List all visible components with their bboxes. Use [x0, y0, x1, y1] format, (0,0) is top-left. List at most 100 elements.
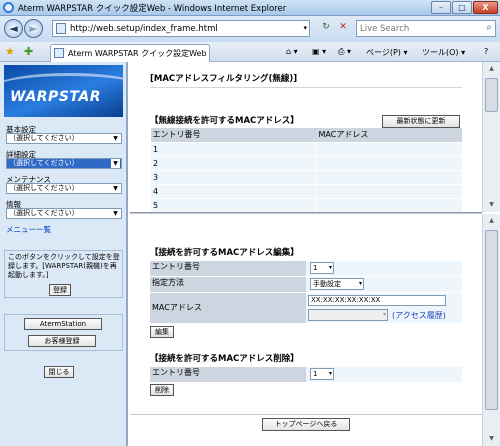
aterm-station-button[interactable]: AtermStation [24, 318, 102, 330]
close-button[interactable]: 閉じる [44, 366, 74, 378]
scroll-thumb[interactable] [485, 78, 498, 112]
chevron-down-icon: ▾ [358, 280, 362, 287]
chevron-down-icon: ▾ [328, 264, 332, 271]
scroll-down-icon[interactable]: ▼ [484, 198, 499, 212]
cell-entry: 1 [150, 142, 317, 157]
title-divider [150, 87, 462, 88]
cell-entry: 4 [150, 184, 317, 199]
table-row: 5 [150, 198, 462, 213]
menu-select-info-value: （選択してください） [9, 209, 79, 217]
page-title: [MACアドレスフィルタリング(無線)] [150, 74, 298, 84]
tab-active[interactable]: Aterm WARPSTAR クイック設定Web [50, 44, 210, 62]
delete-section-title: 【接続を許可するMACアドレス削除】 [150, 354, 299, 364]
delete-entry-select[interactable]: 1 ▾ [310, 368, 334, 380]
refresh-status-button[interactable]: 最新状態に更新 [382, 115, 460, 128]
scroll-down-icon[interactable]: ▼ [484, 432, 499, 446]
menu-select-maintenance[interactable]: （選択してください） ▼ [6, 183, 122, 194]
menu-select-info[interactable]: （選択してください） ▼ [6, 208, 122, 219]
delete-button[interactable]: 削除 [150, 384, 174, 396]
page-icon [56, 23, 66, 34]
chevron-down-icon[interactable]: ▾ [303, 24, 307, 32]
ie-icon [3, 2, 14, 13]
maximize-button[interactable]: □ [452, 1, 472, 14]
mac-label: MACアドレス [150, 293, 306, 323]
upper-scrollbar[interactable]: ▲ ▼ [482, 62, 500, 212]
edit-entry-select[interactable]: 1 ▾ [310, 262, 334, 274]
method-row: 指定方法 手動設定 ▾ [150, 277, 462, 292]
menu-select-advanced[interactable]: （選択してください） ▼ [6, 158, 122, 169]
delete-entry-value: 1 [313, 370, 318, 378]
scroll-thumb[interactable] [485, 230, 498, 410]
chevron-down-icon: ▼ [111, 159, 120, 168]
search-input[interactable] [360, 23, 475, 35]
cell-mac [316, 142, 462, 157]
address-toolbar: ◄ ► http://web.setup/index_frame.html ▾ … [0, 16, 500, 42]
search-icon[interactable]: ⌕ [486, 22, 492, 33]
chevron-down-icon: ▼ [111, 184, 120, 193]
cell-mac [316, 184, 462, 199]
cell-mac [316, 198, 462, 213]
tab-page-icon [54, 48, 64, 58]
forward-button[interactable]: ► [24, 19, 43, 38]
stop-icon[interactable]: ✕ [335, 20, 351, 37]
search-box: ⌕ [356, 20, 496, 37]
menu-list-link[interactable]: メニュー一覧 [6, 224, 51, 235]
url-text: http://web.setup/index_frame.html [70, 24, 218, 34]
tab-bar: ★ ✚ Aterm WARPSTAR クイック設定Web ⌂ ▾ ▣ ▾ ⎙ ▾… [0, 42, 500, 62]
customer-register-button[interactable]: お客様登録 [28, 335, 96, 347]
title-bar: Aterm WARPSTAR クイック設定Web - Windows Inter… [0, 0, 500, 16]
chevron-down-icon: ▾ [382, 311, 386, 318]
favorites-star-icon[interactable]: ★ [5, 45, 15, 58]
mac-address-input[interactable]: XX:XX:XX:XX:XX:XX [308, 295, 446, 306]
edit-entry-value: 1 [313, 264, 318, 272]
frame-divider[interactable] [130, 212, 482, 214]
top-page-button[interactable]: トップページへ戻る [262, 418, 350, 431]
content-frame: [MACアドレスフィルタリング(無線)] 【無線接続を許可するMACアドレス】 … [130, 62, 482, 446]
method-value: 手動設定 [313, 280, 341, 288]
table-row: 4 [150, 184, 462, 199]
close-window-button[interactable]: X [473, 1, 498, 14]
sidebar: WARPSTAR 基本設定 （選択してください） ▼ 詳細設定 （選択してくださ… [0, 62, 128, 446]
page-menu[interactable]: ページ(P) ▾ [366, 47, 407, 58]
cell-mac [316, 170, 462, 185]
table-row: 3 [150, 170, 462, 185]
allowed-section-title: 【無線接続を許可するMACアドレス】 [150, 116, 299, 126]
home-icon[interactable]: ⌂ ▾ [286, 47, 298, 56]
edit-button[interactable]: 編集 [150, 326, 174, 338]
register-button[interactable]: 登録 [49, 284, 71, 296]
edit-section-title: 【接続を許可するMACアドレス編集】 [150, 248, 299, 258]
feeds-icon[interactable]: ▣ ▾ [312, 47, 326, 56]
back-button[interactable]: ◄ [4, 19, 23, 38]
table-row: 2 [150, 156, 462, 171]
scroll-up-icon[interactable]: ▲ [484, 62, 499, 76]
refresh-icon[interactable]: ↻ [318, 20, 334, 37]
menu-select-basic[interactable]: （選択してください） ▼ [6, 133, 122, 144]
chevron-down-icon: ▼ [111, 209, 120, 218]
add-favorites-icon[interactable]: ✚ [24, 45, 33, 58]
address-field[interactable]: http://web.setup/index_frame.html ▾ [52, 20, 310, 37]
table-header-row: エントリ番号 MACアドレス [150, 128, 462, 143]
cell-entry: 2 [150, 156, 317, 171]
lower-scrollbar[interactable]: ▲ ▼ [482, 214, 500, 446]
access-history-link[interactable]: (アクセス履歴) [392, 310, 446, 321]
menu-select-basic-value: （選択してください） [9, 134, 79, 142]
delete-entry-label: エントリ番号 [150, 367, 306, 382]
tools-menu[interactable]: ツール(O) ▾ [422, 47, 465, 58]
window-title: Aterm WARPSTAR クイック設定Web - Windows Inter… [18, 4, 287, 14]
scroll-up-icon[interactable]: ▲ [484, 214, 499, 228]
column-header-entry: エントリ番号 [150, 128, 317, 143]
warpstar-logo: WARPSTAR [4, 65, 123, 117]
cell-entry: 5 [150, 198, 317, 213]
menu-select-maintenance-value: （選択してください） [9, 184, 79, 192]
print-icon[interactable]: ⎙ ▾ [338, 47, 351, 57]
bottom-divider [130, 414, 482, 415]
edit-entry-label: エントリ番号 [150, 261, 306, 276]
minimize-button[interactable]: – [431, 1, 451, 14]
access-history-select[interactable]: ▾ [308, 309, 388, 321]
allowed-mac-table: エントリ番号 MACアドレス 1 2 3 4 5 [150, 128, 462, 213]
help-icon[interactable]: ? [484, 47, 488, 56]
logo-text: WARPSTAR [10, 89, 101, 105]
method-label: 指定方法 [150, 277, 306, 292]
table-row: 1 [150, 142, 462, 157]
method-select[interactable]: 手動設定 ▾ [310, 278, 364, 290]
